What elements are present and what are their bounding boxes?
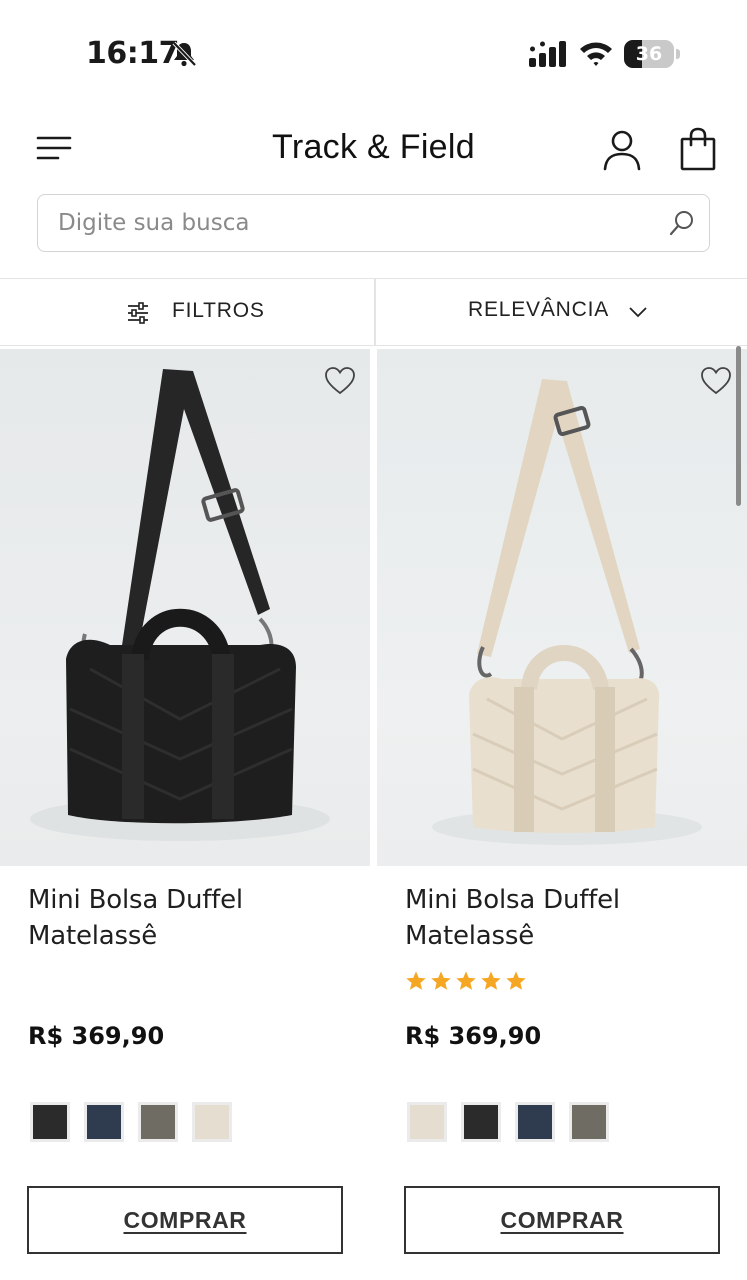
cellular-signal-icon: [529, 41, 566, 67]
color-swatches: [30, 1102, 232, 1142]
status-time: 16:17: [86, 36, 180, 71]
color-swatch[interactable]: [84, 1102, 124, 1142]
wifi-icon: [580, 42, 612, 66]
bag-illustration: [30, 369, 330, 841]
color-swatch[interactable]: [461, 1102, 501, 1142]
rating-stars: [405, 970, 527, 994]
star-icon: [431, 971, 451, 990]
chevron-down-icon: [629, 307, 647, 318]
product-title[interactable]: Mini Bolsa Duffel Matelassê: [405, 882, 735, 954]
bag-illustration: [432, 379, 702, 845]
sliders-icon: [128, 302, 148, 324]
heart-icon[interactable]: [324, 366, 356, 396]
battery-icon: 36: [624, 40, 680, 68]
filter-button[interactable]: FILTROS: [0, 279, 374, 345]
star-icon: [481, 971, 501, 990]
product-price: R$ 369,90: [405, 1022, 542, 1050]
bag-body: [66, 639, 296, 824]
search-icon[interactable]: [668, 209, 696, 237]
filter-sort-bar: FILTROS RELEVÂNCIA: [0, 278, 747, 346]
search-input[interactable]: [58, 195, 658, 250]
buy-button[interactable]: COMPRAR: [27, 1186, 343, 1254]
filter-label: FILTROS: [172, 299, 265, 322]
product-card: Mini Bolsa Duffel Matelassê R$ 369,90 CO…: [0, 346, 370, 1280]
bag-strap: [477, 379, 640, 657]
status-bar: 16:17 36: [0, 0, 747, 100]
sort-label: RELEVÂNCIA: [468, 298, 610, 321]
product-card: Mini Bolsa Duffel Matelassê R$ 369,90 CO…: [377, 346, 747, 1280]
star-icon: [506, 971, 526, 990]
product-title[interactable]: Mini Bolsa Duffel Matelassê: [28, 882, 358, 954]
color-swatch[interactable]: [515, 1102, 555, 1142]
header: Track & Field: [0, 110, 747, 190]
sort-dropdown[interactable]: RELEVÂNCIA: [375, 279, 747, 345]
battery-level: 36: [635, 43, 663, 65]
search-box: [37, 194, 710, 252]
star-icon: [456, 971, 476, 990]
color-swatches: [407, 1102, 609, 1142]
user-account-icon[interactable]: [600, 128, 644, 172]
product-price: R$ 369,90: [28, 1022, 165, 1050]
color-swatch[interactable]: [407, 1102, 447, 1142]
color-swatch[interactable]: [30, 1102, 70, 1142]
product-image[interactable]: [0, 349, 370, 866]
star-icon: [406, 971, 426, 990]
shopping-bag-icon[interactable]: [676, 126, 720, 172]
bell-muted-icon: [172, 41, 197, 67]
scrollbar[interactable]: [736, 346, 741, 506]
color-swatch[interactable]: [192, 1102, 232, 1142]
buy-button[interactable]: COMPRAR: [404, 1186, 720, 1254]
product-image[interactable]: [377, 349, 747, 866]
heart-icon[interactable]: [700, 366, 732, 396]
color-swatch[interactable]: [569, 1102, 609, 1142]
color-swatch[interactable]: [138, 1102, 178, 1142]
